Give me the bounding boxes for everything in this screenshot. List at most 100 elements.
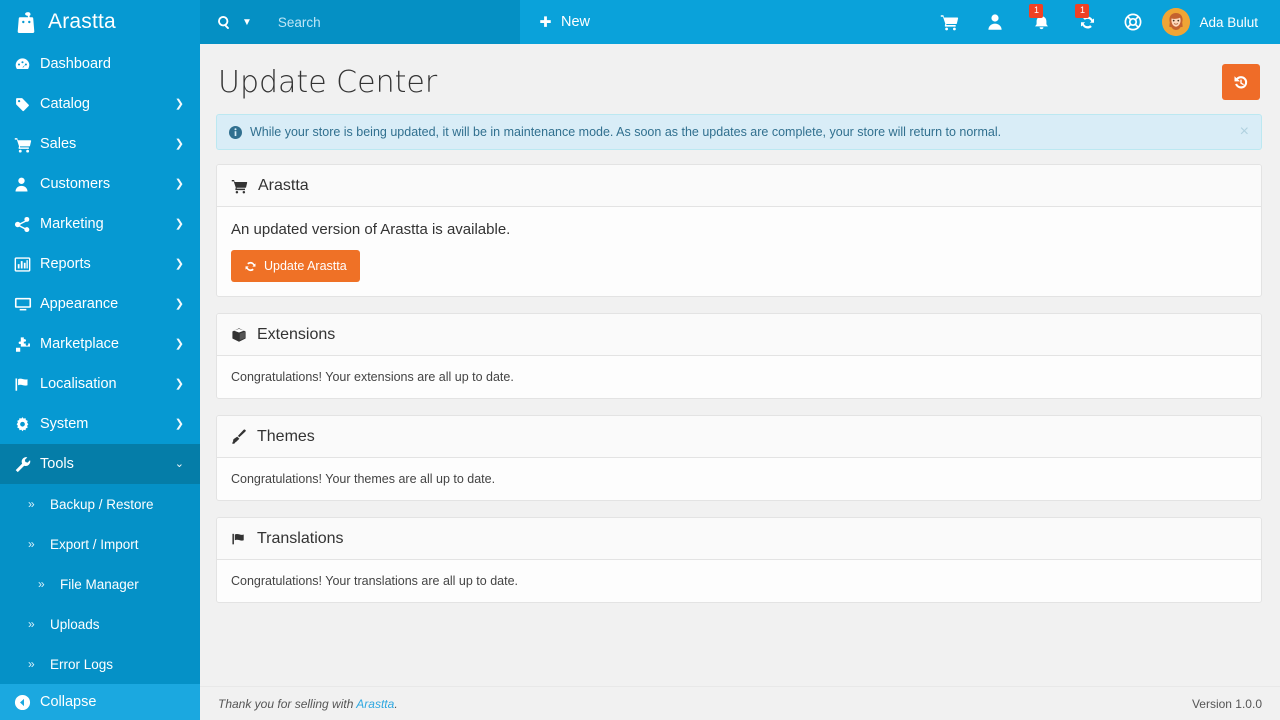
sidebar-item-label: Dashboard (40, 56, 111, 72)
double-chevron-right-icon: » (28, 497, 35, 511)
bar-chart-icon (14, 256, 40, 273)
paintbrush-icon (231, 429, 247, 445)
sync-icon[interactable]: 1 (1064, 0, 1110, 44)
sidebar-item-export-import[interactable]: » Export / Import (0, 524, 200, 564)
chevron-down-icon: ⌄ (174, 457, 184, 470)
panel-text: An updated version of Arastta is availab… (231, 221, 511, 238)
chevron-right-icon: ❯ (174, 97, 184, 110)
user-icon[interactable] (972, 0, 1018, 44)
sidebar-item-marketing[interactable]: Marketing ❯ (0, 204, 200, 244)
chevron-right-icon: ❯ (174, 377, 184, 390)
footer-version: Version 1.0.0 (1191, 696, 1262, 711)
double-chevron-right-icon: » (38, 577, 45, 591)
flag-icon (14, 376, 40, 393)
cart-icon (14, 136, 40, 153)
search-icon[interactable] (214, 15, 234, 30)
panel-body: Congratulations! Your translations are a… (217, 560, 1261, 602)
collapse-left-icon (14, 694, 40, 711)
topbar-icons: 1 1 Ada Bulut (926, 0, 1280, 44)
double-chevron-right-icon: » (28, 537, 35, 551)
panel-title: Themes (257, 427, 315, 445)
chevron-right-icon: ❯ (174, 297, 184, 310)
sidebar-item-sales[interactable]: Sales ❯ (0, 124, 200, 164)
footer-arastta-link[interactable]: Arastta (356, 697, 394, 711)
page-header: Update Center (216, 58, 1262, 114)
panel-body: Congratulations! Your extensions are all… (217, 356, 1261, 398)
sidebar-item-error-logs[interactable]: » Error Logs (0, 644, 200, 684)
share-icon (14, 216, 40, 233)
panel-title: Extensions (257, 325, 336, 343)
sidebar-item-label: Customers (40, 176, 111, 192)
footer-text-before: Thank you for selling with (218, 696, 357, 711)
chevron-right-icon: ❯ (174, 257, 184, 270)
sidebar-item-label: Marketplace (40, 336, 119, 352)
chevron-right-icon: ❯ (174, 217, 184, 230)
cart-icon[interactable] (926, 0, 972, 44)
sidebar-item-label: Catalog (40, 96, 90, 112)
content-area: Update Center While your store is being … (200, 44, 1280, 686)
info-circle-icon (229, 125, 242, 139)
chevron-right-icon: ❯ (174, 417, 184, 430)
panel-header: Extensions (217, 314, 1261, 356)
sidebar-item-tools[interactable]: Tools ⌄ (0, 444, 200, 484)
flag-icon (231, 531, 247, 547)
main-area: ▼ New 1 1 (200, 0, 1280, 720)
cart-icon (231, 178, 248, 194)
avatar (1162, 8, 1191, 36)
sidebar-item-catalog[interactable]: Catalog ❯ (0, 84, 200, 124)
sync-badge: 1 (1075, 4, 1090, 18)
maintenance-alert: While your store is being updated, it wi… (216, 114, 1262, 150)
sidebar-subitem-label: Backup / Restore (50, 496, 154, 512)
refresh-icon (244, 260, 257, 273)
new-button[interactable]: New (520, 0, 608, 44)
sidebar-item-dashboard[interactable]: Dashboard (0, 44, 200, 84)
brand-logo-link[interactable]: Arastta (0, 0, 200, 44)
search-input[interactable] (277, 14, 478, 30)
brand-name: Arastta (48, 10, 116, 33)
sidebar-collapse-label: Collapse (40, 694, 97, 710)
sidebar-subitem-label: Export / Import (50, 536, 139, 552)
sidebar-subitem-label: Uploads (50, 616, 100, 632)
panel-extensions: Extensions Congratulations! Your extensi… (216, 313, 1262, 399)
chevron-right-icon: ❯ (174, 337, 184, 350)
sidebar-item-uploads[interactable]: » Uploads (0, 604, 200, 644)
sidebar-collapse-button[interactable]: Collapse (0, 684, 200, 720)
panel-header: Themes (217, 416, 1261, 458)
history-button[interactable] (1222, 64, 1260, 100)
sidebar-item-reports[interactable]: Reports ❯ (0, 244, 200, 284)
monitor-icon (14, 296, 40, 312)
sidebar-nav: Dashboard Catalog ❯ Sales ❯ Customers ❯ (0, 44, 200, 484)
panel-header: Arastta (217, 165, 1261, 207)
panel-body: An updated version of Arastta is availab… (217, 207, 1261, 296)
history-undo-icon (1232, 73, 1250, 91)
update-arastta-button[interactable]: Update Arastta (231, 250, 360, 282)
chevron-right-icon: ❯ (174, 137, 184, 150)
footer-text-after: . (394, 696, 398, 711)
sidebar-item-marketplace[interactable]: Marketplace ❯ (0, 324, 200, 364)
wrench-icon (14, 456, 40, 473)
plus-icon (538, 15, 553, 30)
topbar: ▼ New 1 1 (200, 0, 1280, 44)
footer: Thank you for selling with Arastta. Vers… (200, 686, 1280, 720)
sidebar-item-backup-restore[interactable]: » Backup / Restore (0, 484, 200, 524)
panel-text: Congratulations! Your themes are all up … (231, 472, 496, 486)
tag-icon (14, 96, 40, 113)
caret-down-icon[interactable]: ▼ (242, 17, 252, 28)
sidebar-item-file-manager[interactable]: » File Manager (0, 564, 200, 604)
sidebar-item-localisation[interactable]: Localisation ❯ (0, 364, 200, 404)
gear-icon (14, 416, 40, 433)
puzzle-icon (14, 336, 40, 353)
bell-badge: 1 (1029, 4, 1044, 18)
bell-icon[interactable]: 1 (1018, 0, 1064, 44)
sidebar-item-customers[interactable]: Customers ❯ (0, 164, 200, 204)
close-icon[interactable]: × (1240, 124, 1249, 140)
sidebar-item-label: Localisation (40, 376, 117, 392)
lifebuoy-icon[interactable] (1110, 0, 1156, 44)
user-menu[interactable]: Ada Bulut (1156, 8, 1270, 36)
panel-body: Congratulations! Your themes are all up … (217, 458, 1261, 500)
new-button-label: New (561, 14, 591, 30)
sidebar-item-system[interactable]: System ❯ (0, 404, 200, 444)
sidebar-item-appearance[interactable]: Appearance ❯ (0, 284, 200, 324)
sidebar-item-label: Marketing (40, 216, 104, 232)
